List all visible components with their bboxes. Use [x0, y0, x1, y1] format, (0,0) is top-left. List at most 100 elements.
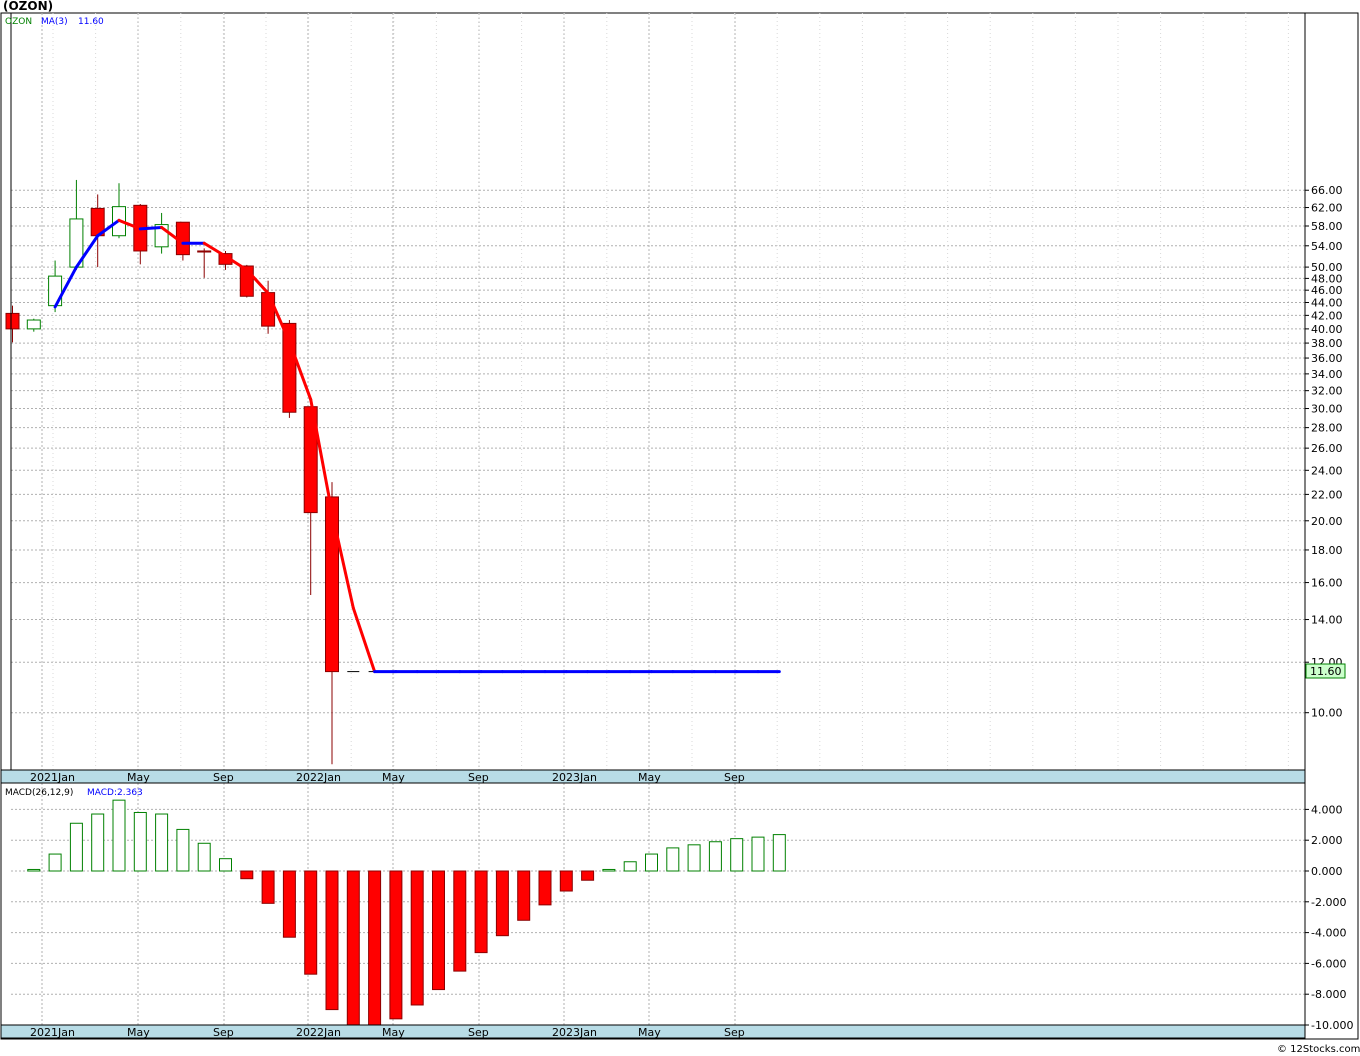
price-tick-label: 22.00 — [1311, 488, 1343, 501]
macd-bar-negative — [432, 870, 445, 991]
macd-tick-label: 2.000 — [1311, 834, 1343, 847]
price-tick-label: 32.00 — [1311, 385, 1343, 398]
macd-tick-label: 0.000 — [1311, 865, 1343, 878]
macd-bar-negative — [261, 870, 275, 904]
macd-bar-positive — [666, 847, 680, 872]
macd-bar-negative — [559, 870, 573, 892]
macd-x-axis-label: Sep — [468, 1026, 489, 1039]
macd-bar-negative — [517, 870, 531, 921]
macd-x-axis-label: May — [127, 1026, 150, 1039]
x-axis-label: Sep — [213, 771, 234, 784]
candle-down — [282, 322, 297, 413]
macd-x-axis-label: Sep — [213, 1026, 234, 1039]
macd-tick-label: -4.000 — [1311, 927, 1346, 940]
price-tick-label: 38.00 — [1311, 337, 1343, 350]
last-price-tag: 11.60 — [1310, 665, 1342, 678]
price-tick-label: 42.00 — [1311, 309, 1343, 322]
ma-segment — [138, 225, 164, 231]
candle-up — [26, 319, 41, 330]
macd-bar-negative — [495, 870, 509, 937]
price-tick-label: 34.00 — [1311, 368, 1343, 381]
macd-x-axis-label: May — [382, 1026, 405, 1039]
macd-tick-label: -10.000 — [1311, 1019, 1353, 1032]
macd-bar-positive — [602, 868, 616, 872]
macd-bar-positive — [772, 834, 786, 872]
macd-x-axis-label: May — [638, 1026, 661, 1039]
price-tick-label: 28.00 — [1311, 422, 1343, 435]
price-tick-label: 44.00 — [1311, 296, 1343, 309]
macd-bar-negative — [304, 870, 318, 975]
macd-bar-negative — [538, 870, 552, 906]
price-tick-label: 46.00 — [1311, 284, 1343, 297]
macd-bar-negative — [325, 870, 339, 1011]
candle-down — [197, 250, 212, 253]
macd-bar-negative — [282, 870, 296, 938]
macd-bar-negative — [453, 870, 467, 972]
macd-bar-positive — [751, 836, 765, 872]
x-axis-label: May — [127, 771, 150, 784]
macd-bar-positive — [176, 828, 190, 872]
macd-x-axis-label: Sep — [724, 1026, 745, 1039]
price-tick-label: 10.00 — [1311, 707, 1343, 720]
macd-bar-positive — [219, 858, 232, 872]
macd-x-axis-label: 2023Jan — [552, 1026, 597, 1039]
macd-bar-positive — [623, 861, 637, 872]
x-axis-label: May — [382, 771, 405, 784]
macd-bar-negative — [474, 870, 488, 954]
macd-bar-negative — [581, 870, 595, 881]
macd-bar-positive — [27, 868, 41, 872]
x-axis-label: 2023Jan — [552, 771, 597, 784]
legend-ma-value: 11.60 — [78, 17, 104, 27]
macd-tick-label: -8.000 — [1311, 988, 1346, 1001]
price-panel-frame — [0, 12, 1359, 1040]
macd-bar-negative — [368, 870, 382, 1026]
x-axis-label: May — [638, 771, 661, 784]
candle-down — [5, 312, 20, 330]
macd-bar-positive — [197, 842, 211, 872]
macd-bar-positive — [155, 813, 169, 872]
price-tick-label: 14.00 — [1311, 614, 1343, 627]
macd-bar-positive — [708, 841, 722, 872]
macd-tick-label: -2.000 — [1311, 896, 1346, 909]
price-tick-label: 66.00 — [1311, 184, 1343, 197]
macd-bar-negative — [240, 870, 254, 880]
macd-bar-negative — [410, 870, 424, 1006]
candle-down — [261, 292, 276, 327]
price-tick-label: 62.00 — [1311, 202, 1343, 215]
macd-bar-positive — [48, 853, 62, 872]
macd-tick-label: 4.000 — [1311, 803, 1343, 816]
legend-macd-label: MACD(26,12,9) — [5, 788, 73, 798]
price-tick-label: 24.00 — [1311, 464, 1343, 477]
x-axis-label: Sep — [468, 771, 489, 784]
price-tick-label: 36.00 — [1311, 352, 1343, 365]
price-tick-label: 30.00 — [1311, 403, 1343, 416]
macd-bar-positive — [91, 813, 105, 872]
price-tick-label: 54.00 — [1311, 240, 1343, 253]
macd-bar-positive — [687, 844, 701, 872]
price-tick-label: 40.00 — [1311, 323, 1343, 336]
x-axis-label: 2021Jan — [30, 771, 75, 784]
macd-bar-positive — [133, 811, 147, 872]
macd-tick-label: -6.000 — [1311, 957, 1346, 970]
price-tick-label: 58.00 — [1311, 220, 1343, 233]
macd-x-axis-label: 2022Jan — [296, 1026, 341, 1039]
ozon-chart: 66.0062.0058.0054.0050.0048.0046.0044.00… — [0, 0, 1360, 1055]
macd-bar-positive — [730, 838, 744, 872]
macd-bar-positive — [69, 822, 83, 872]
macd-x-axis-label: 2021Jan — [30, 1026, 75, 1039]
chart-title: (OZON) — [3, 0, 53, 13]
price-tick-label: 18.00 — [1311, 544, 1343, 557]
legend-macd-value: MACD:2.363 — [87, 788, 143, 798]
price-tick-label: 16.00 — [1311, 577, 1343, 590]
legend-ma-label: MA(3) — [41, 17, 68, 27]
x-axis-label: Sep — [724, 771, 745, 784]
candle-down — [325, 496, 339, 673]
x-axis-label: 2022Jan — [296, 771, 341, 784]
legend-symbol: OZON — [5, 17, 32, 27]
macd-bar-negative — [389, 870, 403, 1020]
footer-credit: © 12Stocks.com — [1277, 1044, 1360, 1055]
price-tick-label: 20.00 — [1311, 515, 1343, 528]
price-tick-label: 26.00 — [1311, 442, 1343, 455]
macd-bar-positive — [112, 799, 126, 872]
macd-bar-positive — [645, 853, 658, 872]
